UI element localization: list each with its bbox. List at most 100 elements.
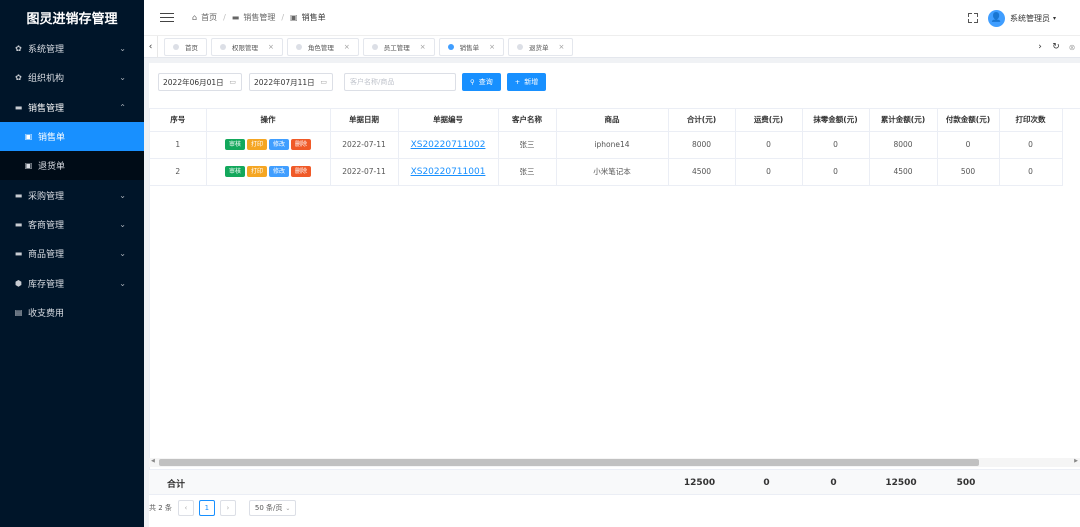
print-button[interactable]: 打印: [246, 166, 267, 177]
close-all-icon[interactable]: ⊗: [1064, 43, 1080, 52]
breadcrumb-separator: /: [223, 13, 226, 22]
doc-no-link[interactable]: XS20220711001: [411, 167, 486, 177]
row-product: 小米笔记本: [556, 158, 669, 186]
row-date: 2022-07-11: [330, 131, 399, 159]
sidebar-item-inventory[interactable]: ⬢ 库存管理 ⌄: [0, 268, 144, 297]
row-doc-no: XS20220711002: [398, 131, 499, 159]
tab-dot-icon: [447, 44, 454, 50]
tab-sales-order[interactable]: 销售单 ×: [438, 38, 504, 56]
close-icon[interactable]: ×: [420, 43, 426, 51]
chevron-down-icon: ⌄: [119, 73, 126, 83]
cube-icon: ⬢: [15, 278, 22, 288]
refresh-icon[interactable]: ↻: [1048, 42, 1064, 52]
edit-button[interactable]: 修改: [269, 166, 290, 177]
tabs-controls: › ↻ ⊗: [1032, 36, 1080, 58]
tab-dot-icon: [220, 44, 226, 50]
row-freight: 0: [735, 158, 803, 186]
row-print-count: 0: [999, 158, 1063, 186]
search-input[interactable]: 客户名称/商品: [344, 73, 456, 91]
chevron-down-icon: ⌄: [119, 219, 126, 229]
sidebar-item-merchants[interactable]: ▬ 客商管理 ⌄: [0, 210, 144, 239]
tab-permissions[interactable]: 权限管理 ×: [211, 38, 283, 56]
sidebar-item-organization[interactable]: ✿ 组织机构 ⌄: [0, 63, 144, 92]
start-date-picker[interactable]: 2022年06月01日 ▭: [158, 73, 242, 91]
print-button[interactable]: 打印: [246, 139, 267, 150]
row-paid: 0: [937, 131, 1000, 159]
tab-employees[interactable]: 员工管理 ×: [362, 38, 435, 56]
horizontal-scrollbar[interactable]: ◀ ▶: [149, 458, 1080, 467]
search-icon: ⚲: [470, 78, 475, 86]
header-right: 👤 系统管理员 ▾: [967, 0, 1056, 36]
sidebar-item-purchase[interactable]: ▬ 采购管理 ⌄: [0, 180, 144, 209]
close-icon[interactable]: ×: [344, 43, 350, 51]
tab-label: 销售单: [459, 44, 480, 52]
tab-return-order[interactable]: 退货单 ×: [508, 38, 574, 56]
column-header: 打印次数: [999, 109, 1063, 132]
prev-page-button[interactable]: ‹: [177, 500, 194, 516]
sidebar-subitem-sales-order[interactable]: ▣ 销售单: [0, 121, 144, 152]
chevron-down-icon: ⌄: [119, 190, 126, 200]
scroll-right-icon[interactable]: ▶: [1074, 458, 1078, 464]
column-header: 合计(元): [668, 109, 736, 132]
tab-label: 权限管理: [232, 44, 258, 52]
search-button[interactable]: ⚲ 查询: [462, 73, 501, 91]
chevron-down-icon: ⌄: [119, 249, 126, 259]
tab-home[interactable]: 首页: [164, 38, 207, 56]
sidebar-item-sales[interactable]: ▬ 销售管理 ⌃: [0, 93, 144, 122]
end-date-picker[interactable]: 2022年07月11日 ▭: [249, 73, 333, 91]
column-header: 单据日期: [330, 109, 399, 132]
sidebar-item-products[interactable]: ▬ 商品管理 ⌄: [0, 239, 144, 268]
fullscreen-icon[interactable]: [967, 13, 978, 23]
sidebar-item-label: 库存管理: [28, 279, 65, 290]
summary-row: 合计 12500 0 0 12500 500: [149, 469, 1080, 495]
add-button[interactable]: + 新增: [506, 73, 547, 91]
sidebar-item-expenses[interactable]: ▤ 收支费用: [0, 298, 144, 327]
breadcrumb-sales-management[interactable]: ▬ 销售管理: [232, 12, 276, 23]
sidebar-item-system[interactable]: ✿ 系统管理 ⌄: [0, 34, 144, 63]
row-freight: 0: [735, 131, 803, 159]
close-icon[interactable]: ×: [489, 43, 495, 51]
scrollbar-thumb[interactable]: [159, 459, 979, 466]
next-page-button[interactable]: ›: [219, 500, 236, 516]
row-total: 8000: [668, 131, 736, 159]
delete-button[interactable]: 删除: [291, 166, 312, 177]
tabs-scroll-left-icon[interactable]: ‹: [144, 36, 158, 58]
tabs-scroll-right-icon[interactable]: ›: [1032, 42, 1048, 52]
audit-button[interactable]: 审核: [224, 166, 245, 177]
avatar[interactable]: 👤: [987, 9, 1005, 27]
document-icon: ▣: [24, 161, 33, 171]
sidebar-item-label: 系统管理: [28, 45, 65, 56]
column-header: 操作: [206, 109, 331, 132]
delete-button[interactable]: 删除: [291, 139, 312, 150]
summary-freight: 0: [763, 478, 770, 488]
breadcrumb-label: 销售单: [301, 13, 326, 22]
tab-dot-icon: [517, 44, 523, 50]
row-customer: 张三: [498, 131, 557, 159]
close-icon[interactable]: ×: [559, 43, 565, 51]
edit-button[interactable]: 修改: [269, 139, 290, 150]
close-icon[interactable]: ×: [268, 43, 274, 51]
audit-button[interactable]: 审核: [224, 139, 245, 150]
breadcrumb-home[interactable]: ⌂ 首页: [192, 12, 217, 23]
caret-down-icon[interactable]: ▾: [1053, 15, 1056, 22]
add-button-label: 新增: [524, 78, 539, 86]
sidebar-item-label: 商品管理: [28, 250, 65, 261]
start-date-value: 2022年06月01日: [163, 77, 224, 87]
scroll-left-icon[interactable]: ◀: [151, 458, 155, 464]
document-icon: ▣: [24, 132, 33, 142]
sidebar-subitem-return-order[interactable]: ▣ 退货单: [0, 151, 144, 181]
document-icon: ▣: [290, 13, 298, 22]
row-index: 1: [150, 131, 207, 159]
summary-label: 合计: [167, 479, 186, 490]
column-header: 商品: [556, 109, 669, 132]
menu-toggle-icon[interactable]: [160, 12, 174, 23]
pagination-total: 共 2 条: [149, 504, 172, 512]
calendar-icon: ▭: [320, 78, 327, 86]
page-size-select[interactable]: 50 条/页 ⌄: [248, 500, 297, 516]
doc-no-link[interactable]: XS20220711002: [411, 140, 486, 150]
tab-roles[interactable]: 角色管理 ×: [286, 38, 359, 56]
row-date: 2022-07-11: [330, 158, 399, 186]
summary-round-off: 0: [830, 478, 837, 488]
username[interactable]: 系统管理员: [1010, 13, 1050, 24]
page-button-current[interactable]: 1: [198, 500, 215, 516]
